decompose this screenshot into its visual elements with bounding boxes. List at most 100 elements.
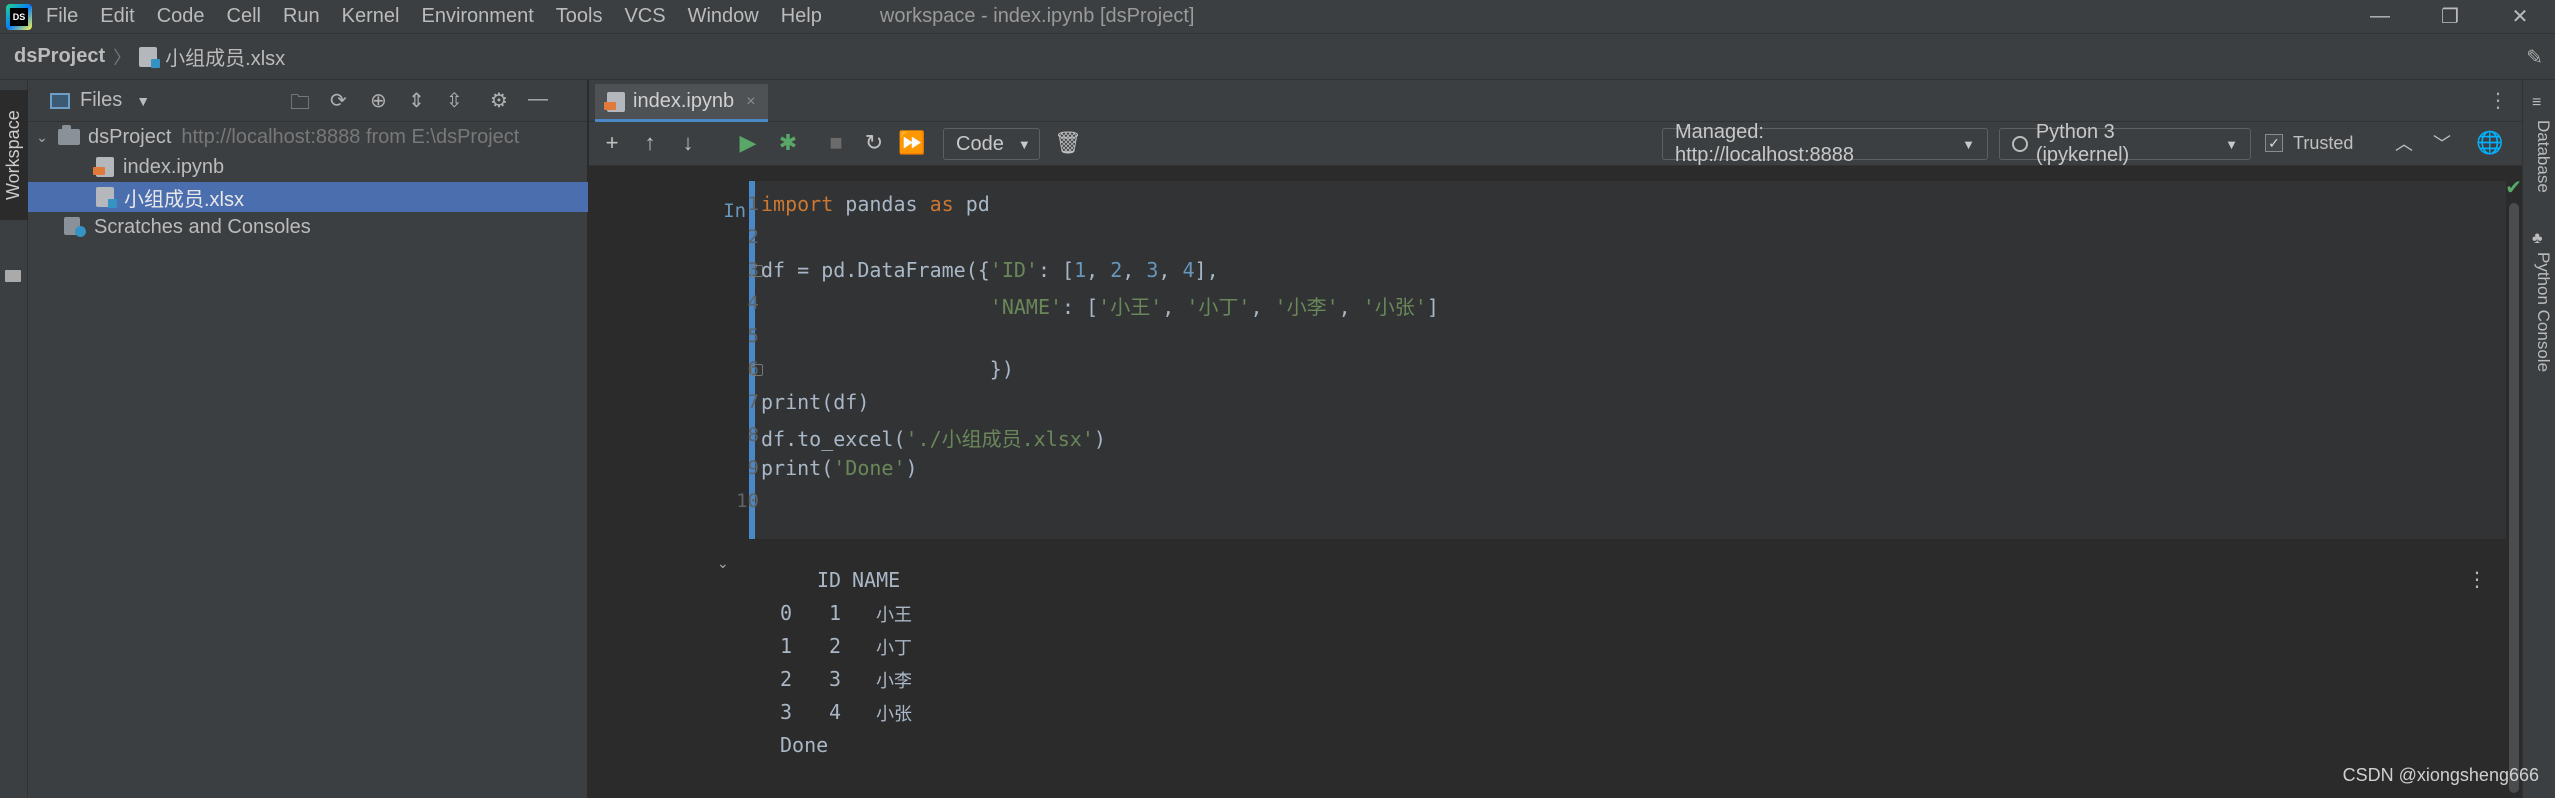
- workspace-tab[interactable]: Workspace: [0, 90, 28, 220]
- restart-kernel-icon[interactable]: ↻: [859, 128, 889, 158]
- more-vertical-icon[interactable]: ⋮: [2488, 88, 2508, 113]
- output-index: 0: [780, 601, 793, 625]
- xlsx-file-icon: [139, 46, 161, 68]
- kernel-value: Python 3 (ipykernel): [2035, 121, 2130, 166]
- code-cell[interactable]: 1 2 3 4 5 6 7 8 9 10 import pandas as pd…: [736, 181, 2506, 539]
- output-index: 1: [780, 634, 793, 658]
- locate-icon[interactable]: ⊕: [370, 88, 387, 113]
- kernel-dropdown[interactable]: Python 3 (ipykernel) ▼: [1999, 121, 2251, 166]
- chevron-down-icon[interactable]: ⌄: [34, 129, 50, 146]
- add-cell-icon[interactable]: +: [597, 128, 627, 158]
- vertical-scrollbar[interactable]: [2509, 203, 2519, 793]
- output-header-name: NAME: [852, 568, 901, 592]
- expand-all-icon[interactable]: ⇕: [408, 88, 425, 113]
- menu-code[interactable]: Code: [157, 5, 205, 28]
- gear-icon[interactable]: ⚙: [490, 88, 508, 113]
- debug-icon[interactable]: ✱: [773, 128, 803, 158]
- output-name: 小李: [876, 671, 912, 691]
- stop-icon[interactable]: ■: [821, 128, 851, 158]
- folder-icon: [58, 125, 80, 145]
- collapse-all-icon[interactable]: ⇳: [446, 88, 463, 113]
- app-logo-icon: DS: [6, 3, 32, 30]
- move-up-icon[interactable]: ↑: [635, 128, 665, 158]
- more-vertical-icon[interactable]: ⋮: [2467, 567, 2487, 592]
- menu-edit[interactable]: Edit: [100, 5, 134, 28]
- chevron-down-icon: ▼: [1017, 136, 1031, 152]
- menu-environment[interactable]: Environment: [421, 5, 533, 28]
- chevron-down-icon: ▼: [2225, 136, 2238, 152]
- code-line: }): [761, 357, 1014, 381]
- tree-item-dsproject[interactable]: ⌄ dsProject http://localhost:8888 from E…: [28, 122, 588, 152]
- tree-item-label: dsProject: [88, 125, 172, 148]
- output-done: Done: [780, 733, 829, 757]
- python-icon: ♣: [2532, 230, 2543, 247]
- editor-tab-bar: index.ipynb × ⋮: [589, 80, 2522, 122]
- notebook-file-icon: [604, 91, 625, 112]
- trash-icon[interactable]: 🗑: [1053, 128, 1083, 158]
- window-title: workspace - index.ipynb [dsProject]: [879, 5, 1195, 27]
- output-index: 3: [780, 700, 793, 724]
- breadcrumb-project[interactable]: dsProject: [14, 45, 105, 68]
- tree-item-xlsx[interactable]: 小组成员.xlsx: [28, 182, 588, 212]
- checkmark-icon: ✔: [2505, 177, 2522, 199]
- scratches-icon: [64, 217, 86, 237]
- menu-cell[interactable]: Cell: [227, 5, 261, 28]
- server-dropdown[interactable]: Managed: http://localhost:8888 ▼: [1662, 121, 1988, 166]
- collapse-output-icon[interactable]: ⌄: [717, 555, 729, 572]
- menu-window[interactable]: Window: [688, 5, 759, 28]
- line-number: 7: [747, 391, 759, 413]
- new-folder-icon[interactable]: 🗀: [290, 88, 310, 122]
- tab-label: index.ipynb: [633, 90, 735, 112]
- close-window-button[interactable]: ✕: [2490, 0, 2550, 33]
- database-tab[interactable]: Database: [2533, 120, 2553, 193]
- menu-run[interactable]: Run: [283, 5, 320, 28]
- tree-item-index-ipynb[interactable]: index.ipynb: [28, 152, 588, 182]
- globe-icon[interactable]: 🌐: [2475, 128, 2505, 158]
- restore-button[interactable]: ❐: [2420, 0, 2480, 33]
- app-logo-text: DS: [10, 7, 28, 26]
- menu-vcs[interactable]: VCS: [624, 5, 665, 28]
- tree-item-scratches[interactable]: Scratches and Consoles: [28, 212, 588, 242]
- cell-type-value: Code: [956, 132, 1004, 155]
- python-console-tab[interactable]: Python Console: [2533, 252, 2553, 372]
- output-name: 小张: [876, 704, 912, 724]
- tree-item-label: 小组成员.xlsx: [124, 188, 244, 211]
- workspace-tab-label: Workspace: [3, 110, 23, 200]
- project-view-selector[interactable]: Files: [80, 89, 122, 112]
- trusted-toggle[interactable]: ✓ Trusted: [2265, 128, 2353, 158]
- folder-icon[interactable]: [5, 270, 21, 282]
- database-icon: ≡: [2532, 94, 2542, 111]
- close-icon[interactable]: ×: [746, 93, 755, 111]
- trusted-label: Trusted: [2293, 132, 2354, 153]
- left-tool-strip: Workspace: [0, 80, 28, 798]
- editor-area: index.ipynb × ⋮ + ↑ ↓ ▶ ✱ ■ ↻ ⏩ Code ▼ 🗑…: [589, 80, 2522, 798]
- line-number: 4: [747, 292, 759, 314]
- chevron-down-icon[interactable]: ﹀: [2427, 128, 2457, 158]
- menu-tools[interactable]: Tools: [556, 5, 603, 28]
- breadcrumb-separator: 〉: [113, 47, 132, 68]
- menu-bar: DS File Edit Code Cell Run Kernel Enviro…: [0, 0, 2555, 33]
- hide-panel-icon[interactable]: —: [528, 88, 548, 111]
- menu-file[interactable]: File: [46, 5, 78, 28]
- breadcrumb-file[interactable]: 小组成员.xlsx: [165, 42, 285, 71]
- output-index: 2: [780, 667, 793, 691]
- minimize-button[interactable]: —: [2350, 0, 2410, 33]
- notebook-toolbar: + ↑ ↓ ▶ ✱ ■ ↻ ⏩ Code ▼ 🗑 Managed: http:/…: [589, 121, 2522, 166]
- menu-help[interactable]: Help: [781, 5, 822, 28]
- code-line: df = pd.DataFrame({'ID': [1, 2, 3, 4],: [761, 258, 1219, 282]
- cell-type-dropdown[interactable]: Code ▼: [943, 128, 1040, 160]
- edit-icon[interactable]: ✎: [2526, 45, 2543, 70]
- tab-index-ipynb[interactable]: index.ipynb ×: [595, 84, 768, 122]
- chevron-down-icon[interactable]: ▼: [136, 93, 150, 109]
- chevron-up-icon[interactable]: ︿: [2389, 128, 2419, 158]
- move-down-icon[interactable]: ↓: [673, 128, 703, 158]
- watermark: CSDN @xiongsheng666: [2342, 765, 2539, 785]
- right-tool-strip: ≡ Database ♣ Python Console: [2522, 80, 2555, 798]
- checkbox-icon[interactable]: ✓: [2265, 134, 2283, 152]
- tree-item-hint: http://localhost:8888 from E:\dsProject: [181, 125, 520, 148]
- run-cell-icon[interactable]: ▶: [733, 128, 763, 158]
- menu-kernel[interactable]: Kernel: [342, 5, 400, 28]
- code-line: print(df): [761, 390, 870, 414]
- run-all-icon[interactable]: ⏩: [897, 128, 927, 158]
- sync-icon[interactable]: ⟳: [330, 88, 347, 113]
